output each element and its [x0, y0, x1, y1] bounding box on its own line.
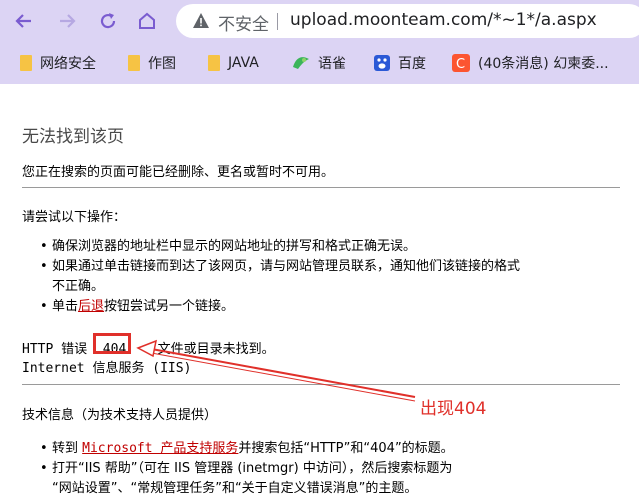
annotation-arrow	[136, 339, 416, 402]
annotation-label: 出现404	[420, 399, 487, 419]
